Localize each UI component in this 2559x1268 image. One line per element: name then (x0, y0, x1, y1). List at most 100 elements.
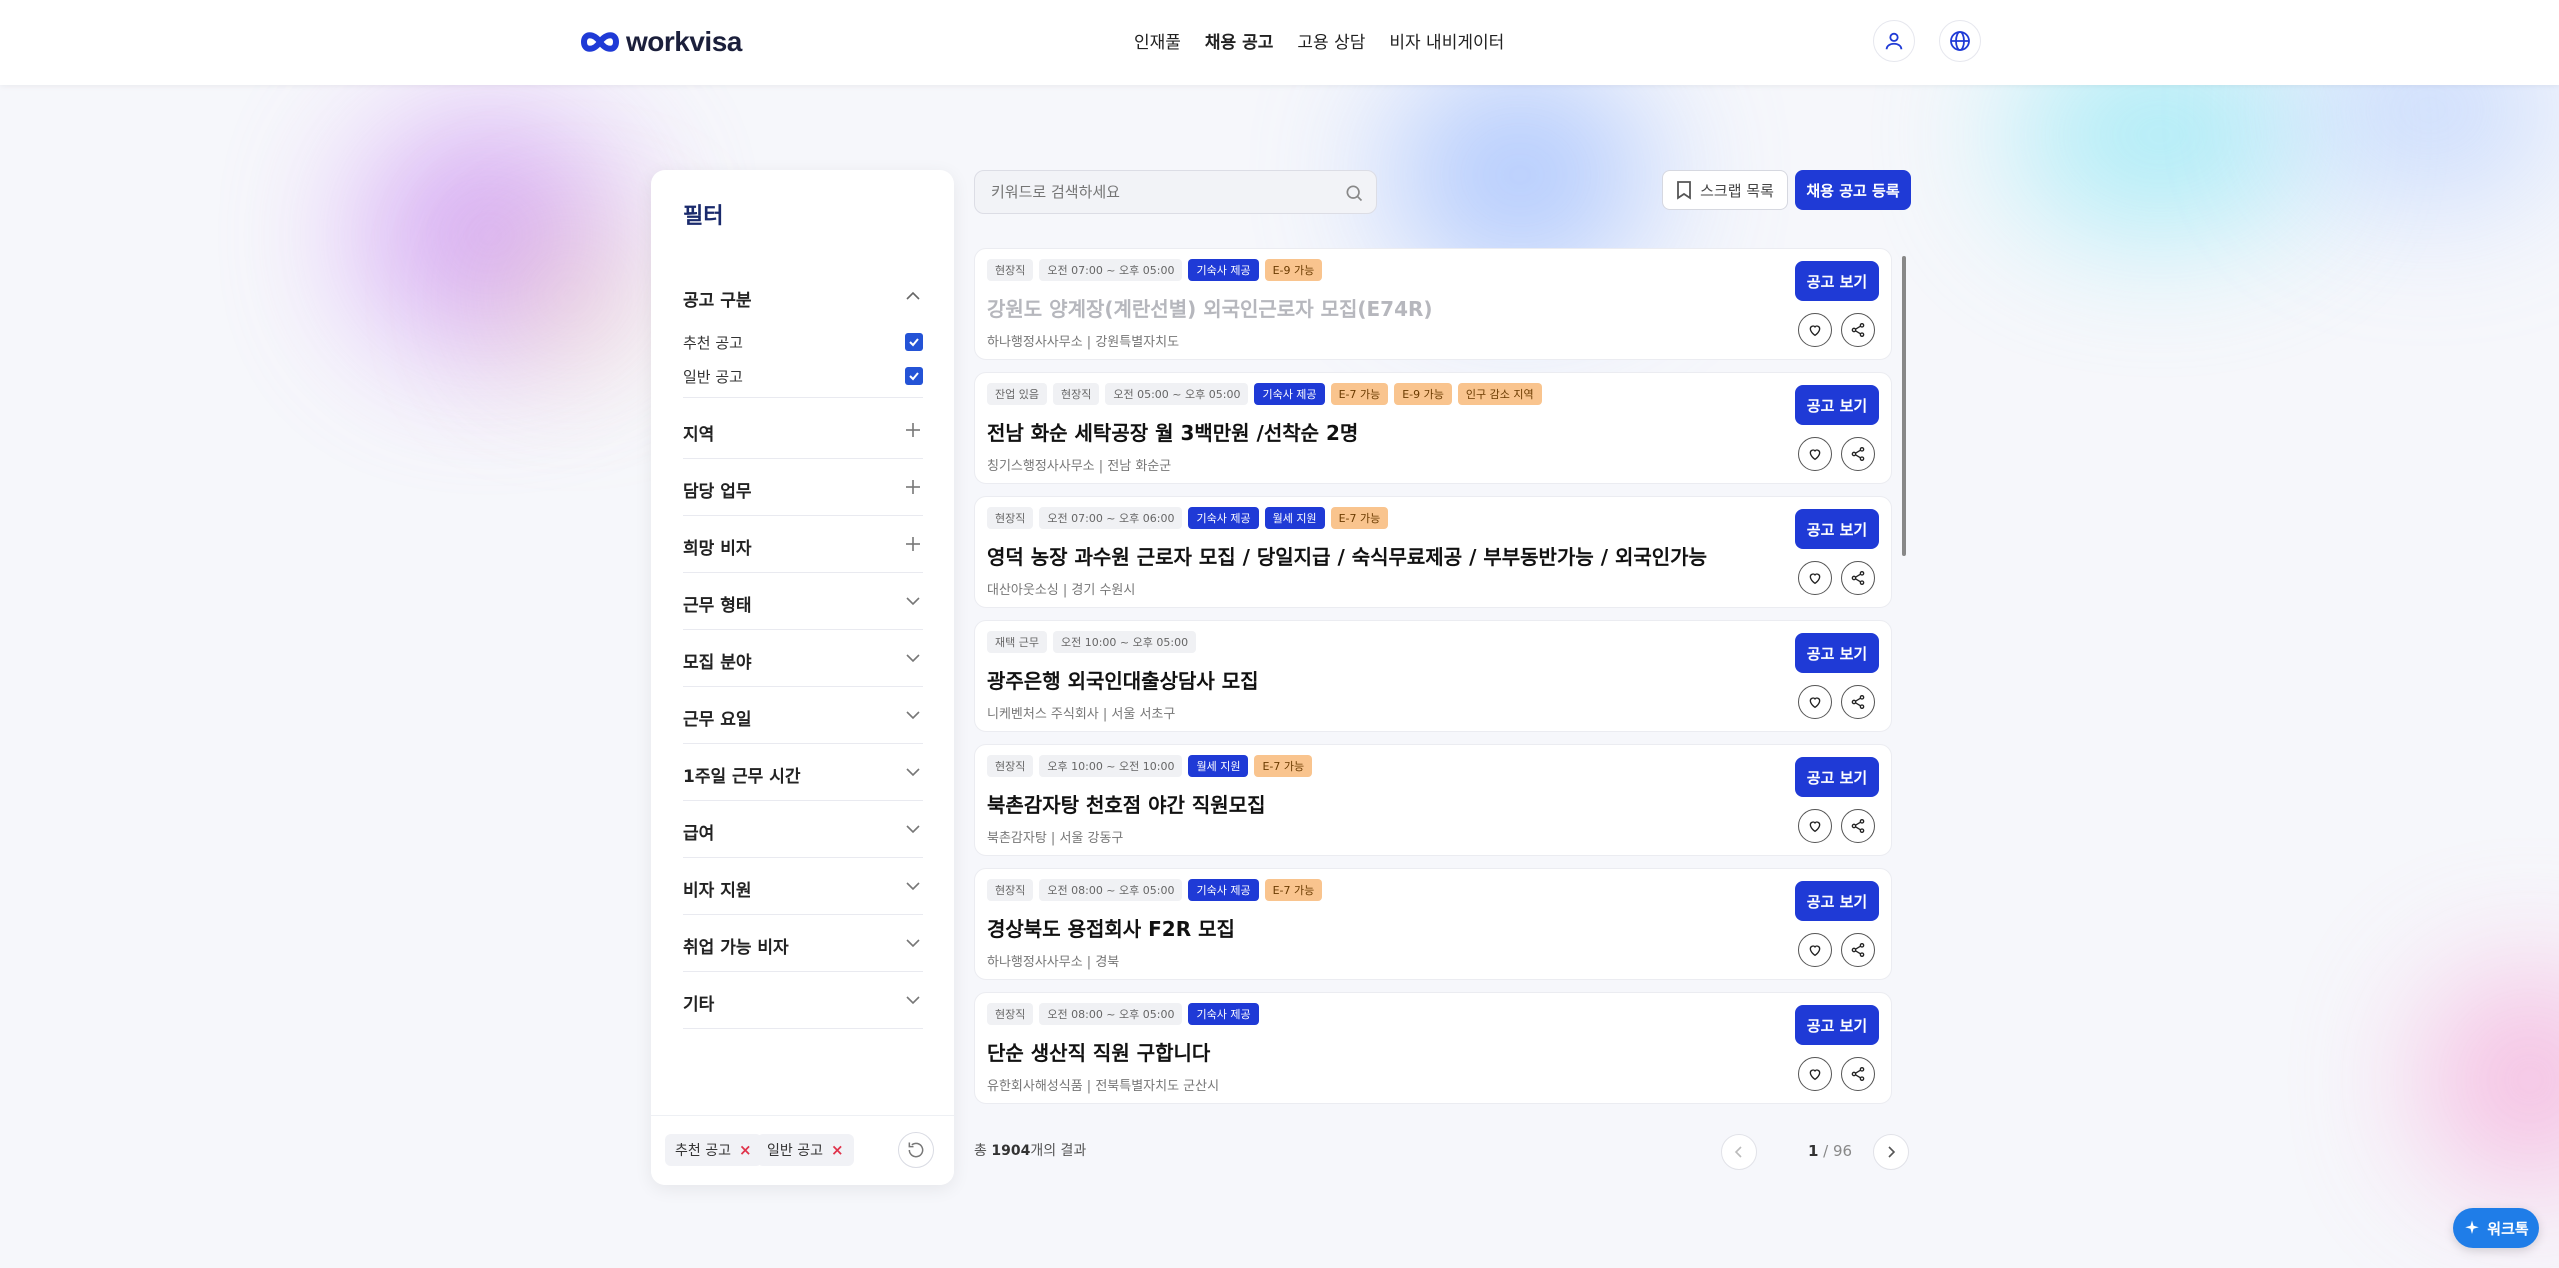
job-title[interactable]: 북촌감자탕 천호점 야간 직원모집 (987, 789, 1266, 818)
job-tag: 월세 지원 (1264, 507, 1325, 529)
job-tags: 현장직 오전 08:00 ~ 오후 05:00 기숙사 제공 (987, 1003, 1259, 1025)
search-input[interactable] (975, 171, 1376, 213)
search-icon[interactable] (1344, 183, 1364, 203)
job-tags: 잔업 있음 현장직 오전 05:00 ~ 오후 05:00 기숙사 제공 E-7 가능 E… (987, 383, 1542, 405)
job-tag: 오전 05:00 ~ 오후 05:00 (1105, 383, 1249, 405)
user-button[interactable] (1873, 20, 1915, 62)
filter-section[interactable]: 비자 지원 (683, 858, 923, 915)
job-card[interactable]: 잔업 있음 현장직 오전 05:00 ~ 오후 05:00 기숙사 제공 E-7 가능 E… (974, 372, 1892, 484)
chevron-down-icon[interactable] (903, 876, 923, 896)
like-button[interactable] (1798, 933, 1832, 967)
view-job-button[interactable]: 공고 보기 (1795, 881, 1879, 921)
nav-visa-navigator[interactable]: 비자 내비게이터 (1389, 28, 1504, 53)
chevron-down-icon[interactable] (903, 990, 923, 1010)
chevron-up-icon[interactable] (903, 286, 923, 306)
plus-icon[interactable] (903, 477, 923, 497)
like-button[interactable] (1798, 561, 1832, 595)
job-card[interactable]: 현장직 오전 08:00 ~ 오후 05:00 기숙사 제공 E-7 가능 경상북도 용… (974, 868, 1892, 980)
share-button[interactable] (1841, 809, 1875, 843)
language-button[interactable] (1939, 20, 1981, 62)
job-title[interactable]: 단순 생산직 직원 구합니다 (987, 1037, 1210, 1066)
nav-employment-consulting[interactable]: 고용 상담 (1297, 28, 1365, 53)
view-job-button[interactable]: 공고 보기 (1795, 757, 1879, 797)
share-button[interactable] (1841, 313, 1875, 347)
job-title[interactable]: 경상북도 용접회사 F2R 모집 (987, 913, 1235, 942)
filter-section[interactable]: 담당 업무 (683, 459, 923, 516)
nav-job-postings[interactable]: 채용 공고 (1205, 28, 1273, 53)
active-filter-chip[interactable]: 추천 공고 × (665, 1134, 762, 1166)
job-title[interactable]: 광주은행 외국인대출상담사 모집 (987, 665, 1259, 694)
like-button[interactable] (1798, 1057, 1832, 1091)
view-job-button[interactable]: 공고 보기 (1795, 1005, 1879, 1045)
job-tag: 오전 07:00 ~ 오후 05:00 (1039, 259, 1183, 281)
filter-option-recommended[interactable]: 추천 공고 (683, 325, 923, 359)
filter-section[interactable]: 1주일 근무 시간 (683, 744, 923, 801)
job-tag: 기숙사 제공 (1188, 507, 1259, 529)
checkbox-checked[interactable] (905, 333, 923, 351)
like-button[interactable] (1798, 437, 1832, 471)
remove-chip-icon[interactable]: × (739, 1141, 752, 1159)
share-button[interactable] (1841, 1057, 1875, 1091)
worktalk-chat-button[interactable]: 워크톡 (2453, 1208, 2539, 1248)
job-title[interactable]: 영덕 농장 과수원 근로자 모집 / 당일지급 / 숙식무료제공 / 부부동반가… (987, 541, 1707, 570)
like-button[interactable] (1798, 685, 1832, 719)
job-card[interactable]: 재택 근무 오전 10:00 ~ 오후 05:00 광주은행 외국인대출상담사 모집… (974, 620, 1892, 732)
filter-section[interactable]: 기타 (683, 972, 923, 1029)
chevron-down-icon[interactable] (903, 591, 923, 611)
scrap-list-button[interactable]: 스크랩 목록 (1662, 170, 1788, 210)
workvisa-logo[interactable]: workvisa (580, 26, 742, 58)
job-card[interactable]: 현장직 오후 10:00 ~ 오전 10:00 월세 지원 E-7 가능 북촌감자탕 천… (974, 744, 1892, 856)
filter-section-label: 급여 (683, 824, 715, 844)
job-tags: 현장직 오전 07:00 ~ 오후 06:00 기숙사 제공 월세 지원 E-7 가능 (987, 507, 1389, 529)
like-button[interactable] (1798, 809, 1832, 843)
filter-section[interactable]: 취업 가능 비자 (683, 915, 923, 972)
like-button[interactable] (1798, 313, 1832, 347)
plus-icon[interactable] (903, 420, 923, 440)
chevron-down-icon[interactable] (903, 933, 923, 953)
chevron-down-icon[interactable] (903, 762, 923, 782)
filter-option-general[interactable]: 일반 공고 (683, 359, 923, 393)
share-button[interactable] (1841, 685, 1875, 719)
active-filter-chip[interactable]: 일반 공고 × (757, 1134, 854, 1166)
logo-text: workvisa (626, 26, 742, 57)
filter-section[interactable]: 근무 요일 (683, 687, 923, 744)
filter-section[interactable]: 근무 형태 (683, 573, 923, 630)
checkbox-checked[interactable] (905, 367, 923, 385)
filter-section[interactable]: 지역 (683, 402, 923, 459)
filter-section[interactable]: 희망 비자 (683, 516, 923, 573)
result-suffix: 개의 결과 (1030, 1143, 1087, 1159)
scrollbar-thumb[interactable] (1902, 256, 1906, 556)
view-job-button[interactable]: 공고 보기 (1795, 261, 1879, 301)
chevron-down-icon[interactable] (903, 819, 923, 839)
job-company-location: 칭기스행정사사무소 | 전남 화순군 (987, 459, 1172, 474)
share-icon (1851, 819, 1865, 833)
view-job-button[interactable]: 공고 보기 (1795, 633, 1879, 673)
job-tag: E-9 가능 (1264, 259, 1323, 281)
prev-page-button[interactable] (1721, 1134, 1757, 1170)
view-job-button[interactable]: 공고 보기 (1795, 509, 1879, 549)
nav-talent-pool[interactable]: 인재풀 (1134, 28, 1181, 53)
filter-section-label: 근무 요일 (683, 710, 752, 730)
job-tag: E-7 가능 (1330, 383, 1389, 405)
plus-icon[interactable] (903, 534, 923, 554)
share-button[interactable] (1841, 933, 1875, 967)
next-page-button[interactable] (1873, 1134, 1909, 1170)
heart-icon (1809, 573, 1821, 585)
chevron-down-icon[interactable] (903, 648, 923, 668)
heart-icon (1809, 1069, 1821, 1081)
chevron-down-icon[interactable] (903, 705, 923, 725)
share-button[interactable] (1841, 437, 1875, 471)
job-card[interactable]: 현장직 오전 07:00 ~ 오후 05:00 기숙사 제공 E-9 가능 강원도 양계… (974, 248, 1892, 360)
job-card[interactable]: 현장직 오전 07:00 ~ 오후 06:00 기숙사 제공 월세 지원 E-7 가능영… (974, 496, 1892, 608)
filter-section[interactable]: 모집 분야 (683, 630, 923, 687)
remove-chip-icon[interactable]: × (831, 1141, 844, 1159)
filter-section[interactable]: 급여 (683, 801, 923, 858)
job-title[interactable]: 강원도 양계장(계란선별) 외국인근로자 모집(E74R) (987, 293, 1433, 322)
current-page: 1 (1807, 1142, 1819, 1160)
share-button[interactable] (1841, 561, 1875, 595)
job-title[interactable]: 전남 화순 세탁공장 월 3백만원 /선착순 2명 (987, 417, 1358, 446)
register-job-button[interactable]: 채용 공고 등록 (1795, 170, 1911, 210)
view-job-button[interactable]: 공고 보기 (1795, 385, 1879, 425)
reset-filters-button[interactable] (898, 1132, 934, 1168)
job-card[interactable]: 현장직 오전 08:00 ~ 오후 05:00 기숙사 제공단순 생산직 직원 구합… (974, 992, 1892, 1104)
